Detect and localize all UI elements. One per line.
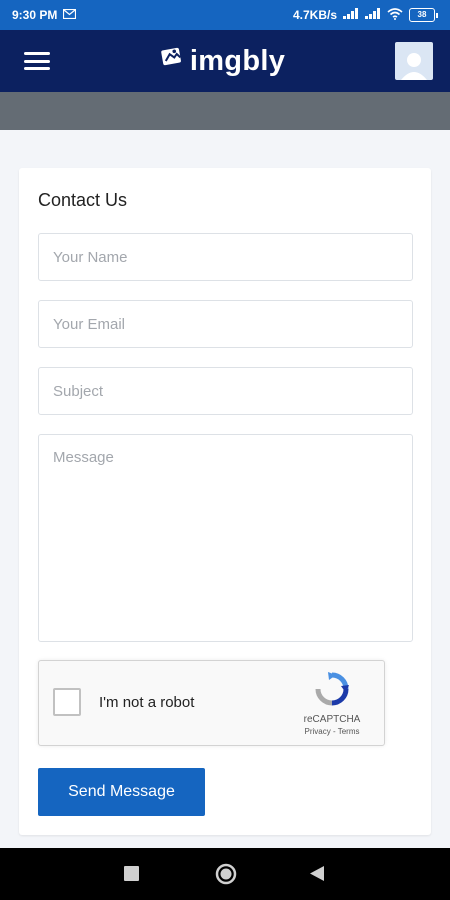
links-separator: -: [330, 727, 338, 736]
signal-icon-2: [365, 8, 381, 22]
wifi-icon: [387, 7, 403, 23]
status-time: 9:30 PM: [12, 8, 58, 22]
sub-header-bar: [0, 92, 450, 130]
system-nav-bar: [0, 848, 450, 900]
menu-icon[interactable]: [24, 52, 50, 70]
avatar-icon[interactable]: [394, 42, 433, 80]
recaptcha-label: I'm not a robot: [99, 694, 195, 711]
gmail-icon: [63, 8, 77, 22]
signal-icon: [343, 8, 359, 22]
recaptcha-widget: I'm not a robot reCAPTCHA Privacy - Term…: [38, 660, 385, 746]
app-bar: imgbly: [0, 30, 450, 92]
recaptcha-links: Privacy - Terms: [305, 727, 360, 736]
home-icon[interactable]: [215, 863, 237, 885]
message-field[interactable]: [38, 434, 413, 642]
logo-text: imgbly: [189, 44, 286, 77]
network-speed: 4.7KB/s: [292, 8, 337, 22]
battery-level: 38: [409, 8, 435, 22]
recents-icon[interactable]: [124, 866, 139, 881]
recaptcha-brand: reCAPTCHA Privacy - Terms: [292, 671, 372, 736]
terms-link[interactable]: Terms: [338, 727, 360, 736]
subject-field[interactable]: [38, 367, 413, 415]
status-bar: 9:30 PM 4.7KB/s 38: [0, 0, 450, 30]
app-logo[interactable]: imgbly: [160, 44, 285, 78]
send-message-button[interactable]: Send Message: [38, 768, 205, 816]
battery-icon: 38: [409, 8, 438, 22]
email-field[interactable]: [38, 300, 413, 348]
back-icon[interactable]: [310, 866, 324, 881]
contact-form-card: Contact Us I'm not a robot reCAPTCHA Pri…: [19, 168, 431, 835]
privacy-link[interactable]: Privacy: [305, 727, 331, 736]
recaptcha-checkbox[interactable]: [53, 688, 81, 716]
logo-icon: [160, 44, 186, 78]
recaptcha-name: reCAPTCHA: [303, 714, 361, 725]
page-title: Contact Us: [38, 190, 128, 210]
name-field[interactable]: [38, 233, 413, 281]
recaptcha-logo-icon: [314, 671, 350, 712]
